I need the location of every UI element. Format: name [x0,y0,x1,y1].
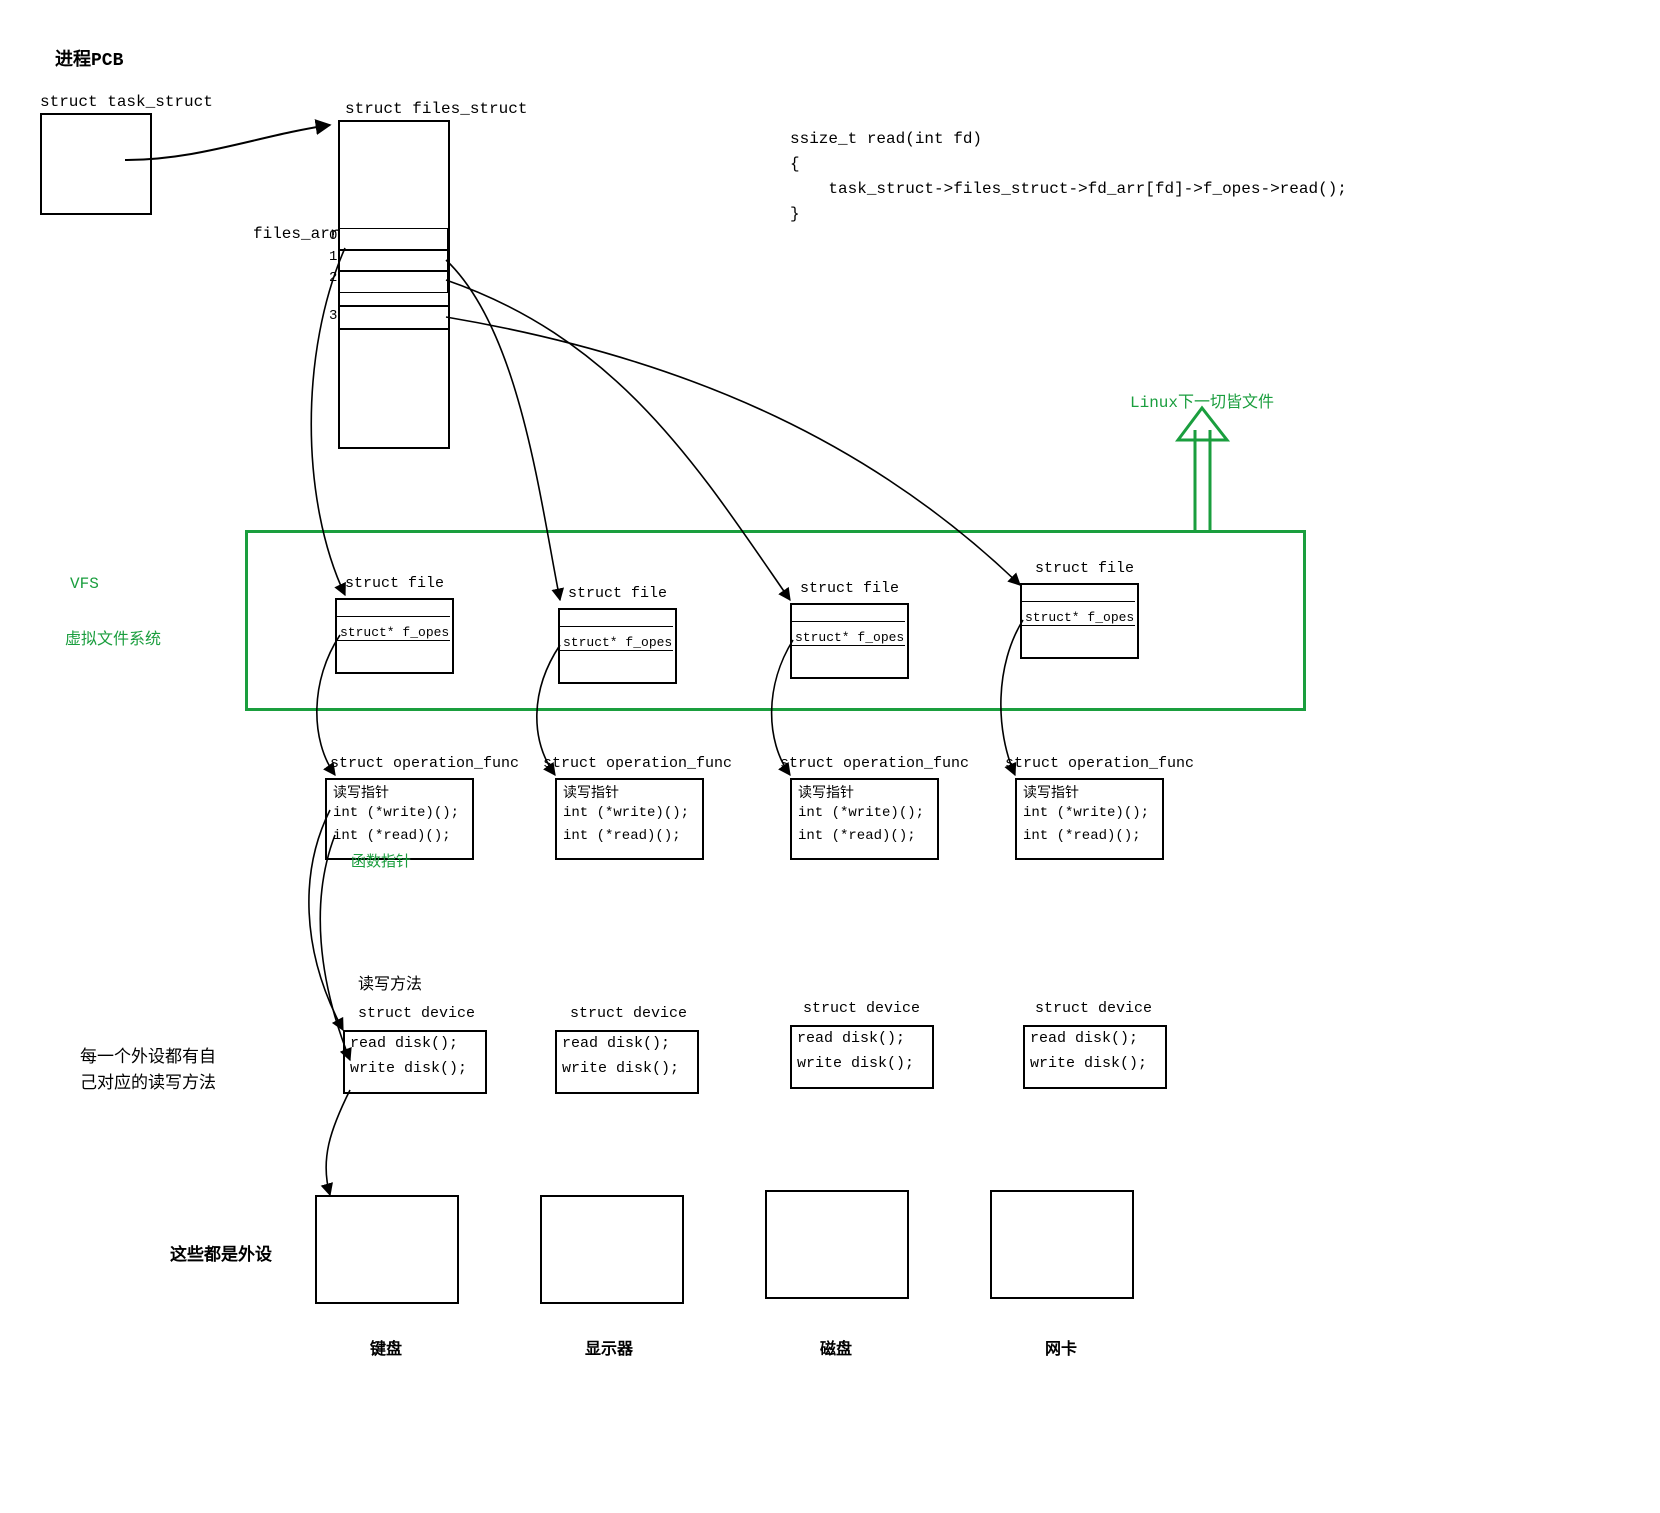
device-line: write disk(); [797,1055,914,1072]
op-box-header: 读写指针 [333,782,389,802]
device-line: write disk(); [1030,1055,1147,1072]
task-struct-box [40,113,152,215]
func-ptr-note: 函数指针 [333,850,411,871]
struct-device-label: struct device [803,1000,920,1017]
fd-num: 1 [329,249,337,265]
op-func-label: struct operation_func [330,755,519,772]
vfs-label: VFS [70,575,99,593]
struct-file-label: struct file [345,575,444,592]
side-note: 己对应的读写方法 [80,1068,216,1094]
vfs-label: 虚拟文件系统 [65,625,161,649]
op-box-header: 读写指针 [1023,782,1079,802]
task-struct-label: struct task_struct [40,93,213,111]
struct-device-label: struct device [570,1005,687,1022]
dev-name: 键盘 [370,1335,402,1359]
device-line: write disk(); [562,1060,679,1077]
fd-num: 0 [329,228,337,244]
device-line: read disk(); [1030,1030,1138,1047]
f-opes-label: struct* f_opes [340,625,449,640]
op-box-header: 读写指针 [563,782,619,802]
op-func-label: struct operation_func [1005,755,1194,772]
op-box-line: int (*write)(); [333,805,459,821]
op-box-header: 读写指针 [798,782,854,802]
fd-row [338,249,448,272]
code-line: ssize_t read(int fd) [790,130,982,148]
op-box-line: int (*write)(); [563,805,689,821]
f-opes-label: struct* f_opes [795,630,904,645]
device-line: read disk(); [562,1035,670,1052]
op-func-label: struct operation_func [543,755,732,772]
code-line: } [790,205,800,223]
code-line: { [790,155,800,173]
f-opes-label: struct* f_opes [563,635,672,650]
device-line: read disk(); [350,1035,458,1052]
op-box-line: int (*read)(); [1023,828,1141,844]
op-box-line: int (*read)(); [798,828,916,844]
struct-device-label: struct device [358,1005,475,1022]
device-line: read disk(); [797,1030,905,1047]
op-box-line: int (*write)(); [1023,805,1149,821]
struct-file-label: struct file [800,580,899,597]
peripherals-note: 这些都是外设 [170,1240,272,1266]
dev-name: 网卡 [1045,1335,1077,1359]
op-box-line: int (*read)(); [563,828,681,844]
op-box-line: int (*read)(); [333,828,451,844]
dev-name: 磁盘 [820,1335,852,1359]
dev-name: 显示器 [585,1335,633,1359]
title: 进程PCB [55,45,123,71]
struct-file-label: struct file [568,585,667,602]
device-line: write disk(); [350,1060,467,1077]
side-note: 每一个外设都有自 [80,1042,216,1068]
files-struct-label: struct files_struct [345,100,527,118]
struct-file-label: struct file [1035,560,1134,577]
fd-num: 3 [329,308,337,324]
struct-device-label: struct device [1035,1000,1152,1017]
fd-row [338,270,448,293]
peripheral-box [990,1190,1134,1299]
peripheral-box [315,1195,459,1304]
files-arr-label: files_arr [253,225,339,243]
linux-note: Linux下一切皆文件 [1130,388,1274,412]
op-box-line: int (*write)(); [798,805,924,821]
code-line: task_struct->files_struct->fd_arr[fd]->f… [790,180,1347,198]
fd-row [338,305,450,330]
op-func-label: struct operation_func [780,755,969,772]
fd-row [338,228,448,251]
f-opes-label: struct* f_opes [1025,610,1134,625]
fd-num: 2 [329,270,337,286]
peripheral-box [765,1190,909,1299]
peripheral-box [540,1195,684,1304]
rw-method-label: 读写方法 [358,970,422,994]
